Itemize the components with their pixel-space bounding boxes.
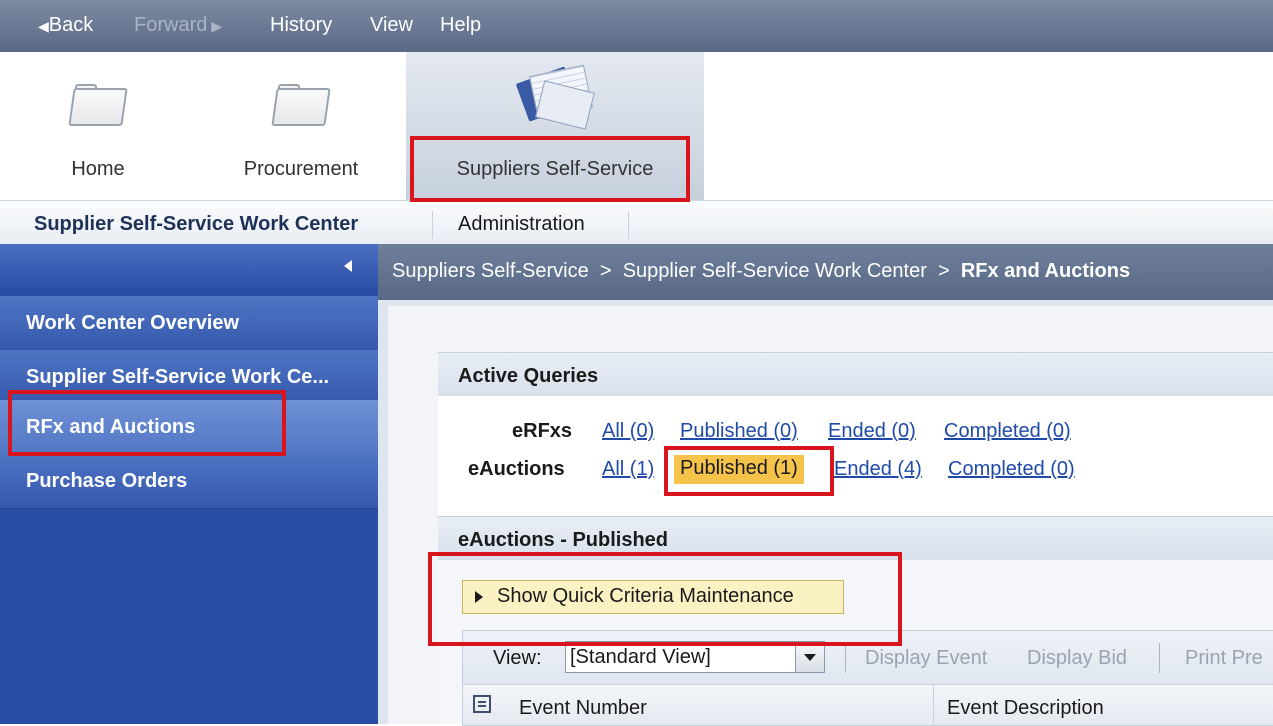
sub-tab-bar: Supplier Self-Service Work Center Admini… <box>0 200 1273 245</box>
sidebar-item-label: Work Center Overview <box>26 312 240 334</box>
eauctions-ended-link[interactable]: Ended (4) <box>834 458 922 481</box>
view-select-value: [Standard View] <box>570 646 711 668</box>
sidebar-item-work-center-overview[interactable]: Work Center Overview <box>0 296 378 351</box>
sidebar: Work Center Overview Supplier Self-Servi… <box>0 244 378 724</box>
forward-button[interactable]: Forward ▶ <box>134 14 222 37</box>
breadcrumb-link-work-center[interactable]: Supplier Self-Service Work Center <box>623 260 927 282</box>
help-menu[interactable]: Help <box>440 14 481 37</box>
sidebar-item-purchase-orders[interactable]: Purchase Orders <box>0 454 378 509</box>
forward-arrow-icon: ▶ <box>207 18 223 34</box>
menu-bar: ◀Back Forward ▶ History View Help <box>0 0 1273 52</box>
breadcrumb: Suppliers Self-Service > Supplier Self-S… <box>392 260 1130 283</box>
documents-icon <box>515 64 595 130</box>
display-bid-button[interactable]: Display Bid <box>1027 647 1127 670</box>
nav-tab-label: Suppliers Self-Service <box>456 158 654 180</box>
breadcrumb-link-suppliers-self-service[interactable]: Suppliers Self-Service <box>392 260 589 282</box>
tab-supplier-self-service-work-center[interactable]: Supplier Self-Service Work Center <box>34 213 358 236</box>
column-header-event-number[interactable]: Event Number <box>519 697 647 720</box>
back-arrow-icon: ◀ <box>38 18 49 34</box>
breadcrumb-separator: > <box>599 260 612 282</box>
sidebar-item-label: RFx and Auctions <box>26 416 196 438</box>
eauctions-all-link[interactable]: All (1) <box>602 458 654 481</box>
breadcrumb-current: RFx and Auctions <box>960 260 1131 282</box>
query-label-erfxs: eRFxs <box>512 420 573 442</box>
folder-icon <box>271 84 331 126</box>
table-toolbar: View: [Standard View] Display Event Disp… <box>462 630 1273 686</box>
nav-tab-label: Home <box>71 158 125 180</box>
column-settings-icon[interactable] <box>473 695 491 713</box>
breadcrumb-bar: Suppliers Self-Service > Supplier Self-S… <box>378 244 1273 300</box>
expand-arrow-icon <box>475 591 483 603</box>
sidebar-item-supplier-self-service-work-center[interactable]: Supplier Self-Service Work Ce... <box>0 350 378 405</box>
nav-tab-label: Procurement <box>243 158 359 180</box>
sidebar-item-label: Supplier Self-Service Work Ce... <box>26 366 330 388</box>
dropdown-button[interactable] <box>795 642 824 672</box>
breadcrumb-separator: > <box>938 260 950 282</box>
column-header-event-description[interactable]: Event Description <box>947 697 1104 720</box>
section-title: eAuctions - Published <box>458 529 669 551</box>
column-divider[interactable] <box>933 685 934 725</box>
eauctions-published-link[interactable]: Published (1) <box>674 455 804 484</box>
history-menu[interactable]: History <box>270 14 332 37</box>
tab-divider <box>628 211 629 239</box>
chevron-down-icon <box>804 654 816 661</box>
table-header: Event Number Event Description <box>462 684 1273 726</box>
view-label: View: <box>493 647 542 669</box>
tab-divider <box>432 211 433 239</box>
nav-tab-procurement[interactable]: Procurement <box>196 52 406 200</box>
sidebar-item-label: Purchase Orders <box>26 470 188 492</box>
eauctions-completed-link[interactable]: Completed (0) <box>948 458 1075 481</box>
tab-administration[interactable]: Administration <box>458 213 585 236</box>
sidebar-item-rfx-and-auctions[interactable]: RFx and Auctions <box>0 400 378 455</box>
toolbar-divider <box>845 643 846 673</box>
nav-tab-suppliers-self-service[interactable]: Suppliers Self-Service <box>406 52 704 200</box>
button-label: Show Quick Criteria Maintenance <box>497 585 794 607</box>
erfxs-completed-link[interactable]: Completed (0) <box>944 420 1071 443</box>
show-quick-criteria-button[interactable]: Show Quick Criteria Maintenance <box>462 580 844 614</box>
toolbar-divider <box>1159 643 1160 673</box>
print-preview-button[interactable]: Print Pre <box>1185 647 1263 670</box>
work-center-navigation: Home Procurement Suppliers Self-Service <box>0 52 1273 200</box>
display-event-button[interactable]: Display Event <box>865 647 987 670</box>
erfxs-published-link[interactable]: Published (0) <box>680 420 798 443</box>
collapse-left-icon[interactable] <box>344 260 352 272</box>
back-button[interactable]: ◀Back <box>38 14 93 37</box>
erfxs-ended-link[interactable]: Ended (0) <box>828 420 916 443</box>
view-select[interactable]: [Standard View] <box>565 641 825 673</box>
section-title: Active Queries <box>458 365 599 387</box>
view-menu[interactable]: View <box>370 14 413 37</box>
active-queries-header: Active Queries <box>438 352 1273 397</box>
eauctions-published-header: eAuctions - Published <box>438 516 1273 561</box>
nav-tab-home[interactable]: Home <box>0 52 196 200</box>
folder-icon <box>68 84 128 126</box>
query-label-eauctions: eAuctions <box>468 458 565 480</box>
sidebar-header <box>0 244 378 288</box>
active-queries-panel: eRFxs All (0) Published (0) Ended (0) Co… <box>438 396 1273 516</box>
erfxs-all-link[interactable]: All (0) <box>602 420 654 443</box>
